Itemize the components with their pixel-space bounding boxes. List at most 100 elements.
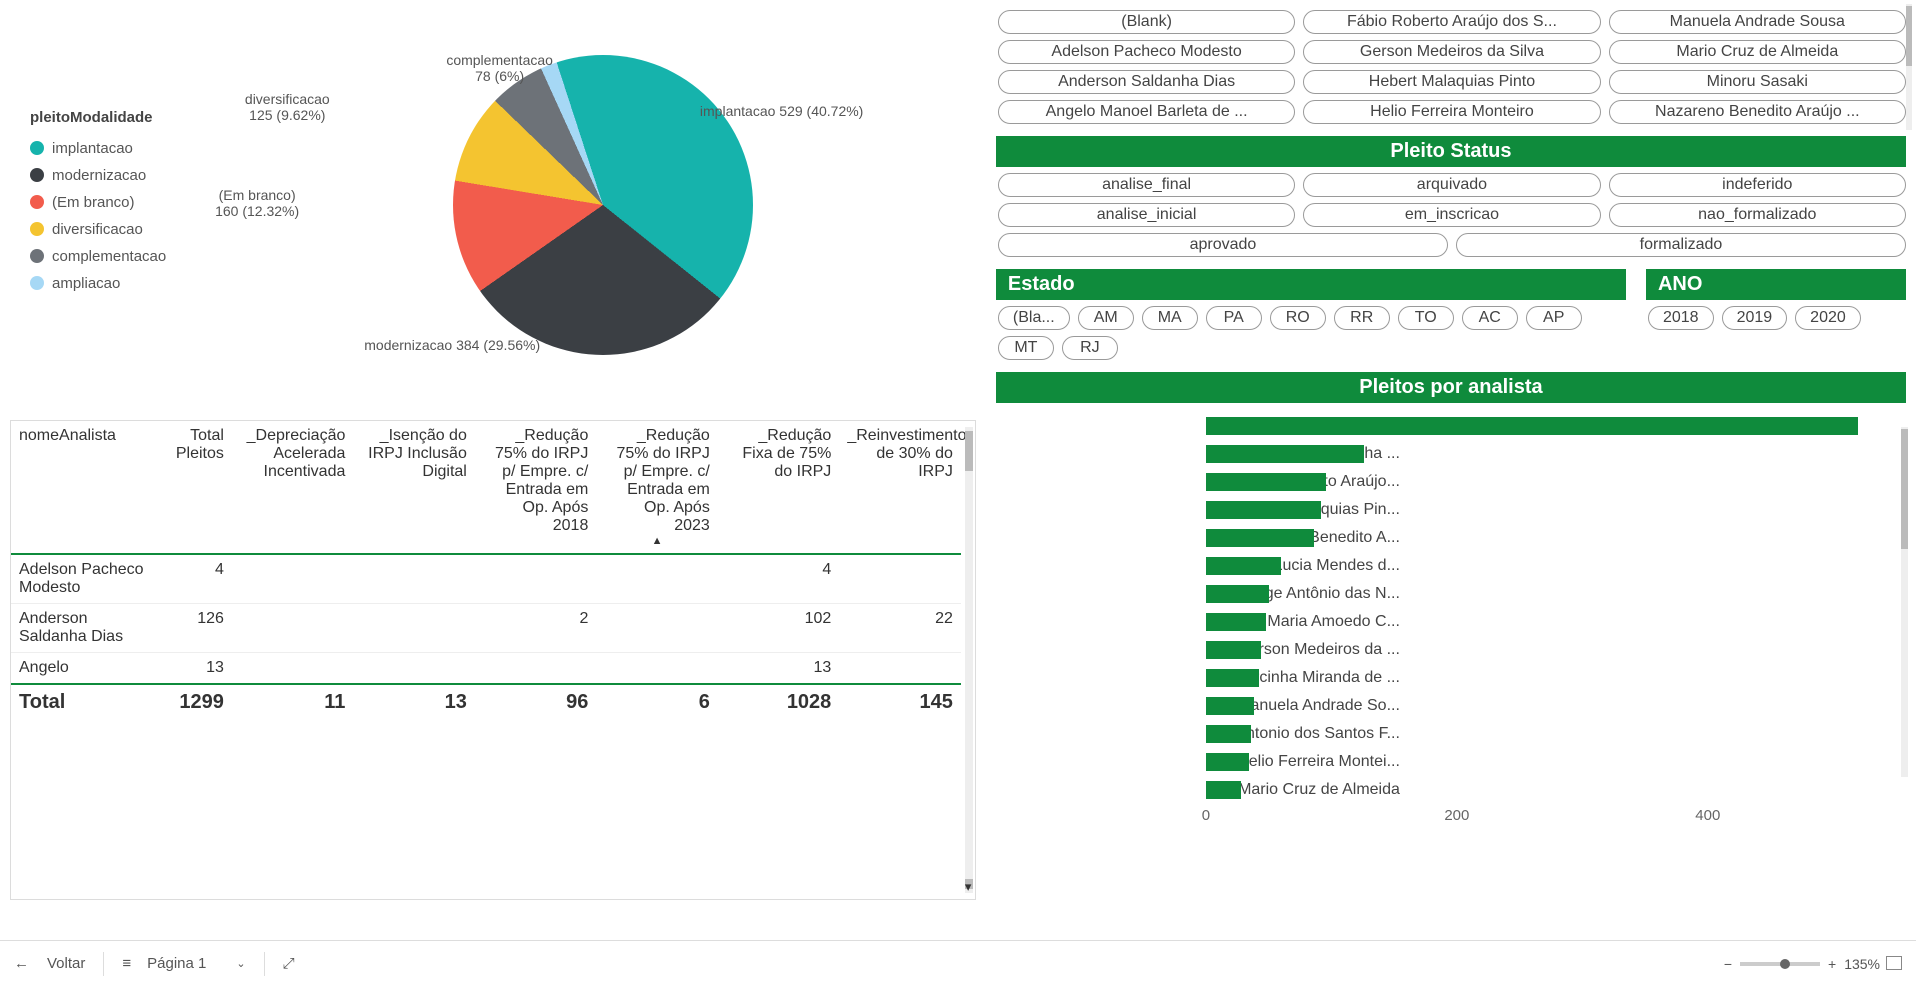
bar-row[interactable]: Helio Ferreira Montei...: [1206, 749, 1896, 775]
table-header[interactable]: Total Pleitos: [155, 421, 232, 554]
bar-chart-title: Pleitos por analista: [996, 372, 1906, 403]
ano-chip[interactable]: 2019: [1722, 306, 1788, 330]
estado-chip[interactable]: AC: [1462, 306, 1518, 330]
bar-row[interactable]: Mario Cruz de Almeida: [1206, 777, 1896, 803]
table-row[interactable]: Angelo1313: [11, 653, 961, 685]
estado-chip[interactable]: PA: [1206, 306, 1262, 330]
total-value: 1028: [718, 684, 839, 720]
status-chip[interactable]: analise_inicial: [998, 203, 1295, 227]
legend-item[interactable]: modernizacao: [30, 167, 230, 184]
bar-axis: 0200400: [1206, 807, 1896, 837]
pie-chart[interactable]: pleitoModalidade implantacaomodernizacao…: [10, 0, 976, 410]
estado-chip[interactable]: RR: [1334, 306, 1390, 330]
legend-item[interactable]: (Em branco): [30, 194, 230, 211]
fit-width-icon[interactable]: [1888, 958, 1902, 970]
legend-item[interactable]: ampliacao: [30, 275, 230, 292]
bar-chart-body[interactable]: (Em branco)Anderson Saldanha ...Fábio Ro…: [996, 407, 1906, 817]
estado-chip[interactable]: AM: [1078, 306, 1134, 330]
bar-row[interactable]: Fábio Roberto Araújo...: [1206, 469, 1896, 495]
pie-label-modernizacao: modernizacao 384 (29.56%): [364, 337, 540, 353]
table-header[interactable]: _Redução 75% do IRPJ p/ Empre. c/ Entrad…: [596, 421, 717, 554]
estado-chip[interactable]: MA: [1142, 306, 1198, 330]
legend-item[interactable]: complementacao: [30, 248, 230, 265]
status-chip[interactable]: formalizado: [1456, 233, 1906, 257]
estado-chip[interactable]: RO: [1270, 306, 1326, 330]
legend-label: implantacao: [52, 140, 133, 157]
analista-chip[interactable]: Manuela Andrade Sousa: [1609, 10, 1906, 34]
bar-row[interactable]: Lea Maria Amoedo C...: [1206, 609, 1896, 635]
analista-chip[interactable]: Hebert Malaquias Pinto: [1303, 70, 1600, 94]
table-header[interactable]: _Reinvestimento de 30% do IRPJ: [839, 421, 961, 554]
bar-row[interactable]: Dircinha Miranda de ...: [1206, 665, 1896, 691]
slicer-estado[interactable]: Estado (Bla...AMMAPARORRTOACAPMTRJ: [996, 269, 1626, 366]
estado-chip[interactable]: (Bla...: [998, 306, 1070, 330]
bar-row[interactable]: (Em branco): [1206, 413, 1896, 439]
bar-chart-panel[interactable]: Pleitos por analista (Em branco)Anderson…: [996, 372, 1906, 817]
pages-icon[interactable]: ≡: [122, 955, 129, 972]
pie-label-embranco: (Em branco) 160 (12.32%): [215, 187, 299, 219]
analista-chip[interactable]: Adelson Pacheco Modesto: [998, 40, 1295, 64]
bar-row[interactable]: Nazareno Benedito A...: [1206, 525, 1896, 551]
table-header[interactable]: _Depreciação Acelerada Incentivada: [232, 421, 353, 554]
table-row[interactable]: Anderson Saldanha Dias126210222: [11, 604, 961, 653]
status-chip[interactable]: nao_formalizado: [1609, 203, 1906, 227]
pie-label-diversificacao: diversificacao 125 (9.62%): [245, 91, 330, 123]
slicer-ano[interactable]: ANO 201820192020: [1646, 269, 1906, 366]
estado-chip[interactable]: AP: [1526, 306, 1582, 330]
table-header[interactable]: _Isenção do IRPJ Inclusão Digital: [353, 421, 474, 554]
analyst-table[interactable]: nomeAnalistaTotal Pleitos_Depreciação Ac…: [10, 420, 976, 900]
analista-chip[interactable]: Helio Ferreira Monteiro: [1303, 100, 1600, 124]
status-chip[interactable]: analise_final: [998, 173, 1295, 197]
zoom-control[interactable]: − + 135%: [1724, 956, 1902, 972]
table-header[interactable]: nomeAnalista: [11, 421, 155, 554]
back-label[interactable]: Voltar: [47, 955, 85, 972]
bar-row[interactable]: Jorge Antônio das N...: [1206, 581, 1896, 607]
analista-chip[interactable]: Minoru Sasaki: [1609, 70, 1906, 94]
analista-chip[interactable]: Fábio Roberto Araújo dos S...: [1303, 10, 1600, 34]
bar-row[interactable]: Gerson Medeiros da ...: [1206, 637, 1896, 663]
slicer-analistas[interactable]: (Blank) Fábio Roberto Araújo dos S... Manu…: [996, 4, 1906, 130]
zoom-out-icon[interactable]: −: [1724, 956, 1732, 972]
status-chip[interactable]: arquivado: [1303, 173, 1600, 197]
table-row[interactable]: Adelson Pacheco Modesto44: [11, 554, 961, 604]
legend-item[interactable]: diversificacao: [30, 221, 230, 238]
status-chip[interactable]: indeferido: [1609, 173, 1906, 197]
bar-row[interactable]: Anderson Saldanha ...: [1206, 441, 1896, 467]
estado-chip[interactable]: RJ: [1062, 336, 1118, 360]
cell-value: [475, 554, 596, 604]
status-chip[interactable]: em_inscricao: [1303, 203, 1600, 227]
pie-slices[interactable]: [453, 55, 753, 355]
bar-row[interactable]: Hebert Malaquias Pin...: [1206, 497, 1896, 523]
page-selector[interactable]: Página 1 ⌄: [147, 955, 245, 972]
fit-to-page-icon[interactable]: ⤢: [283, 955, 295, 972]
bar-row[interactable]: Antonio dos Santos F...: [1206, 721, 1896, 747]
slicer-analistas-scrollbar[interactable]: [1906, 4, 1912, 130]
analista-chip[interactable]: Anderson Saldanha Dias: [998, 70, 1295, 94]
status-chip[interactable]: aprovado: [998, 233, 1448, 257]
zoom-in-icon[interactable]: +: [1828, 956, 1836, 972]
pie-label-embranco-line2: 160 (12.32%): [215, 203, 299, 219]
bar-chart-scrollbar[interactable]: [1901, 427, 1908, 777]
estado-chip[interactable]: MT: [998, 336, 1054, 360]
bar-row[interactable]: Manuela Andrade So...: [1206, 693, 1896, 719]
bar-row[interactable]: Vera Lucia Mendes d...: [1206, 553, 1896, 579]
analista-chip[interactable]: Nazareno Benedito Araújo ...: [1609, 100, 1906, 124]
pie-label-complementacao: complementacao 78 (6%): [446, 52, 553, 84]
back-arrow-icon[interactable]: ←: [14, 955, 29, 972]
table-header[interactable]: _Redução 75% do IRPJ p/ Empre. c/ Entrad…: [475, 421, 596, 554]
table-header[interactable]: _Redução Fixa de 75% do IRPJ: [718, 421, 839, 554]
zoom-slider[interactable]: [1740, 962, 1820, 966]
analista-chip[interactable]: (Blank): [998, 10, 1295, 34]
legend-item[interactable]: implantacao: [30, 140, 230, 157]
estado-chip[interactable]: TO: [1398, 306, 1454, 330]
analista-chip[interactable]: Angelo Manoel Barleta de ...: [998, 100, 1295, 124]
slicer-status[interactable]: Pleito Status analise_finalarquivadoinde…: [996, 136, 1906, 263]
ano-chip[interactable]: 2018: [1648, 306, 1714, 330]
cell-value: [475, 653, 596, 685]
analista-chip[interactable]: Mario Cruz de Almeida: [1609, 40, 1906, 64]
table-scrollbar[interactable]: ▾: [965, 427, 973, 893]
cell-value: [232, 554, 353, 604]
legend-swatch: [30, 222, 44, 236]
analista-chip[interactable]: Gerson Medeiros da Silva: [1303, 40, 1600, 64]
ano-chip[interactable]: 2020: [1795, 306, 1861, 330]
